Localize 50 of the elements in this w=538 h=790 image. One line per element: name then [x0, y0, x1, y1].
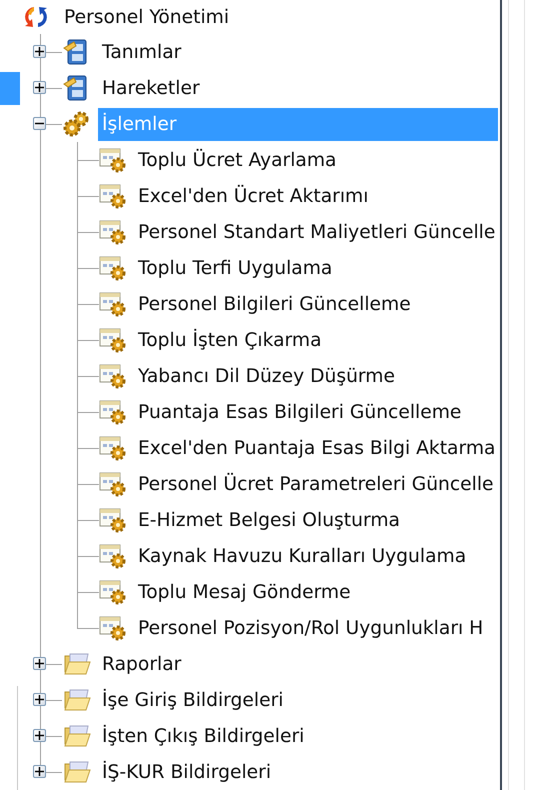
tree-item[interactable]: İşten Çıkış Bildirgeleri — [102, 720, 304, 752]
tree-item[interactable]: Tanımlar — [102, 36, 182, 68]
window-gear-icon — [98, 542, 128, 570]
tree-item[interactable]: Toplu Terfi Uygulama — [138, 252, 332, 284]
expand-toggle[interactable] — [33, 117, 46, 130]
tree-item[interactable]: Raporlar — [102, 648, 182, 680]
window-gear-icon — [98, 398, 128, 426]
selection-highlight — [0, 72, 20, 105]
window-gear-icon — [98, 578, 128, 606]
window-gear-icon — [98, 470, 128, 498]
tree-item[interactable]: Toplu Ücret Ayarlama — [138, 144, 337, 176]
window-gear-icon — [98, 362, 128, 390]
window-gear-icon — [98, 254, 128, 282]
tree-item[interactable]: Puantaja Esas Bilgileri Güncelleme — [138, 396, 462, 428]
tree-item[interactable]: E-Hizmet Belgesi Oluşturma — [138, 504, 400, 536]
tree-item[interactable]: Personel Ücret Parametreleri Güncelle — [138, 468, 494, 500]
expand-toggle[interactable] — [33, 729, 46, 742]
expand-toggle[interactable] — [33, 693, 46, 706]
toggle-sign-icon — [35, 47, 44, 56]
tree-item[interactable]: Hareketler — [102, 72, 200, 104]
toggle-sign-icon — [35, 659, 44, 668]
tree-item[interactable]: Personel Yönetimi — [64, 0, 230, 34]
window-gear-icon — [98, 434, 128, 462]
tree-item[interactable]: Toplu İşten Çıkarma — [138, 324, 322, 356]
expand-toggle[interactable] — [33, 657, 46, 670]
expand-toggle[interactable] — [33, 45, 46, 58]
expand-toggle[interactable] — [33, 81, 46, 94]
window-gear-icon — [98, 218, 128, 246]
tree-item[interactable]: İşe Giriş Bildirgeleri — [102, 684, 284, 716]
toggle-sign-icon — [35, 695, 44, 704]
tree-item[interactable]: Yabancı Dil Düzey Düşürme — [138, 360, 395, 392]
toggle-sign-icon — [35, 731, 44, 740]
window-gear-icon — [98, 326, 128, 354]
window-gear-icon — [98, 614, 128, 642]
window-gear-icon — [98, 146, 128, 174]
toggle-sign-icon — [35, 83, 44, 92]
window-gear-icon — [98, 182, 128, 210]
gears-icon — [62, 110, 90, 138]
tree-item[interactable]: Excel'den Puantaja Esas Bilgi Aktarma — [138, 432, 496, 464]
tree-item[interactable]: Personel Pozisyon/Rol Uygunlukları H — [138, 612, 484, 644]
tree-item[interactable]: Personel Bilgileri Güncelleme — [138, 288, 411, 320]
window-gear-icon — [98, 506, 128, 534]
window-gear-icon — [98, 290, 128, 318]
expand-toggle[interactable] — [33, 765, 46, 778]
tree-item[interactable]: İŞ-KUR Bildirgeleri — [102, 756, 272, 788]
tree-item[interactable]: Excel'den Ücret Aktarımı — [138, 180, 368, 212]
tree-item[interactable]: Toplu Mesaj Gönderme — [138, 576, 351, 608]
toggle-sign-icon — [35, 767, 44, 776]
tree-item[interactable]: Personel Standart Maliyetleri Güncelle — [138, 216, 496, 248]
tree-item[interactable]: Kaynak Havuzu Kuralları Uygulama — [138, 540, 466, 572]
